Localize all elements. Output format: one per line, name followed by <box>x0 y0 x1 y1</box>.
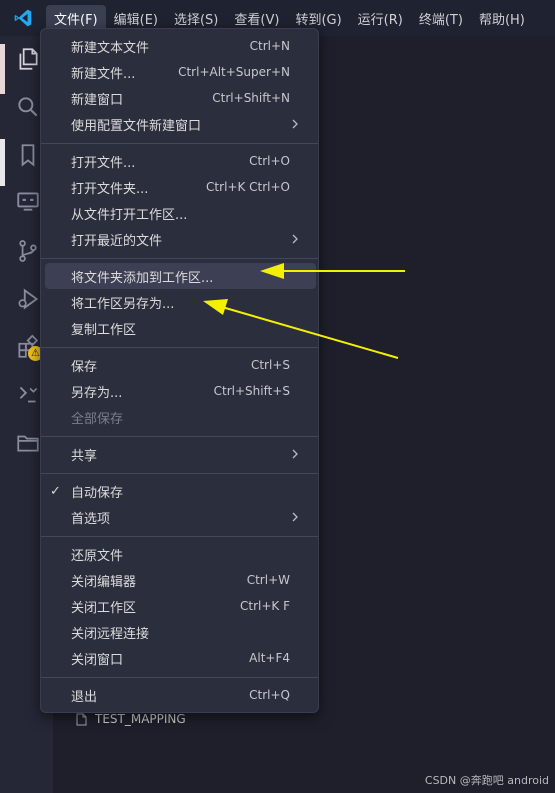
menu-separator <box>41 536 318 537</box>
menu-item-label: 全部保存 <box>71 411 124 427</box>
side-strip <box>0 139 5 186</box>
menu-item-open-folder[interactable]: 打开文件夹... Ctrl+K Ctrl+O <box>45 174 316 200</box>
menu-item-duplicate-workspace[interactable]: 复制工作区 <box>45 315 316 341</box>
menu-item-shortcut: Ctrl+N <box>249 39 290 53</box>
run-debug-icon[interactable] <box>13 284 43 314</box>
menu-item-open-workspace-from-file[interactable]: 从文件打开工作区... <box>45 200 316 226</box>
menu-item-save-all: 全部保存 <box>45 404 316 430</box>
menu-item-close-remote-connection[interactable]: 关闭远程连接 <box>45 619 316 645</box>
menu-separator <box>41 473 318 474</box>
menu-item-label: 新建窗口 <box>71 92 124 108</box>
menu-item-label: 关闭工作区 <box>71 600 137 616</box>
menu-item-label: 共享 <box>71 448 98 464</box>
menu-item-shortcut: Ctrl+O <box>249 154 290 168</box>
bookmark-icon[interactable] <box>13 140 43 170</box>
menu-item-shortcut: Ctrl+K F <box>240 599 290 613</box>
menu-run[interactable]: 运行(R) <box>350 5 411 31</box>
menu-item-label: 打开文件夹... <box>71 181 149 197</box>
check-icon: ✓ <box>50 483 61 499</box>
chevron-right-icon <box>292 234 298 244</box>
menu-separator <box>41 258 318 259</box>
menu-item-shortcut: Ctrl+K Ctrl+O <box>206 180 290 194</box>
file-name: TEST_MAPPING <box>95 712 186 726</box>
menu-separator <box>41 677 318 678</box>
menu-item-label: 另存为... <box>71 385 123 401</box>
file-menu-dropdown: 新建文本文件 Ctrl+N 新建文件... Ctrl+Alt+Super+N 新… <box>40 28 319 713</box>
menu-item-label: 首选项 <box>71 511 111 527</box>
menu-separator <box>41 143 318 144</box>
menu-item-label: 复制工作区 <box>71 322 137 338</box>
chevron-right-icon <box>292 449 298 459</box>
menu-item-save[interactable]: 保存 Ctrl+S <box>45 352 316 378</box>
menu-item-share[interactable]: 共享 <box>45 441 316 467</box>
testing-icon[interactable] <box>13 380 43 410</box>
menu-item-save-workspace-as[interactable]: 将工作区另存为... <box>45 289 316 315</box>
menu-item-label: 打开最近的文件 <box>71 233 163 249</box>
chevron-right-icon <box>292 512 298 522</box>
menu-item-new-text-file[interactable]: 新建文本文件 Ctrl+N <box>45 33 316 59</box>
chevron-right-icon <box>292 119 298 129</box>
menu-item-new-window-with-profile[interactable]: 使用配置文件新建窗口 <box>45 111 316 137</box>
menu-separator <box>41 347 318 348</box>
menu-item-label: 新建文本文件 <box>71 40 150 56</box>
vscode-logo-icon <box>0 0 46 36</box>
menu-item-preferences[interactable]: 首选项 <box>45 504 316 530</box>
menu-terminal[interactable]: 终端(T) <box>411 5 471 31</box>
menu-item-label: 退出 <box>71 689 98 705</box>
source-control-icon[interactable] <box>13 236 43 266</box>
explorer-icon[interactable] <box>13 44 43 74</box>
remote-explorer-icon[interactable] <box>13 186 43 216</box>
active-indicator <box>0 44 5 94</box>
menu-item-shortcut: Ctrl+Shift+S <box>213 384 290 398</box>
menu-item-open-recent[interactable]: 打开最近的文件 <box>45 226 316 252</box>
menu-item-label: 将工作区另存为... <box>71 296 175 312</box>
menu-item-label: 还原文件 <box>71 548 124 564</box>
menu-item-new-file[interactable]: 新建文件... Ctrl+Alt+Super+N <box>45 59 316 85</box>
menu-item-add-folder-to-workspace[interactable]: 将文件夹添加到工作区... <box>45 263 316 289</box>
menu-item-label: 将文件夹添加到工作区... <box>71 270 214 286</box>
menu-separator <box>41 436 318 437</box>
menu-item-open-file[interactable]: 打开文件... Ctrl+O <box>45 148 316 174</box>
menu-item-label: 自动保存 <box>71 485 124 501</box>
menu-item-shortcut: Ctrl+Shift+N <box>212 91 290 105</box>
watermark: CSDN @奔跑吧 android <box>424 774 549 787</box>
menu-item-save-as[interactable]: 另存为... Ctrl+Shift+S <box>45 378 316 404</box>
menu-item-label: 保存 <box>71 359 98 375</box>
menu-item-shortcut: Ctrl+W <box>246 573 290 587</box>
menu-item-label: 使用配置文件新建窗口 <box>71 118 202 134</box>
menu-help[interactable]: 帮助(H) <box>471 5 533 31</box>
menu-item-auto-save[interactable]: ✓ 自动保存 <box>45 478 316 504</box>
menu-item-shortcut: Ctrl+S <box>250 358 290 372</box>
menu-item-label: 关闭窗口 <box>71 652 124 668</box>
menu-item-label: 从文件打开工作区... <box>71 207 188 223</box>
menu-item-new-window[interactable]: 新建窗口 Ctrl+Shift+N <box>45 85 316 111</box>
menu-item-shortcut: Ctrl+Q <box>249 688 290 702</box>
menu-item-label: 打开文件... <box>71 155 136 171</box>
menu-item-close-window[interactable]: 关闭窗口 Alt+F4 <box>45 645 316 671</box>
search-icon[interactable] <box>13 92 43 122</box>
menu-item-revert-file[interactable]: 还原文件 <box>45 541 316 567</box>
menu-item-label: 关闭编辑器 <box>71 574 137 590</box>
file-icon <box>76 713 87 725</box>
menu-item-close-workspace[interactable]: 关闭工作区 Ctrl+K F <box>45 593 316 619</box>
menu-item-shortcut: Ctrl+Alt+Super+N <box>178 65 290 79</box>
menu-item-shortcut: Alt+F4 <box>249 651 290 665</box>
menu-item-exit[interactable]: 退出 Ctrl+Q <box>45 682 316 708</box>
menu-item-close-editor[interactable]: 关闭编辑器 Ctrl+W <box>45 567 316 593</box>
menu-item-label: 新建文件... <box>71 66 136 82</box>
menu-item-label: 关闭远程连接 <box>71 626 150 642</box>
folder-icon[interactable] <box>13 428 43 458</box>
